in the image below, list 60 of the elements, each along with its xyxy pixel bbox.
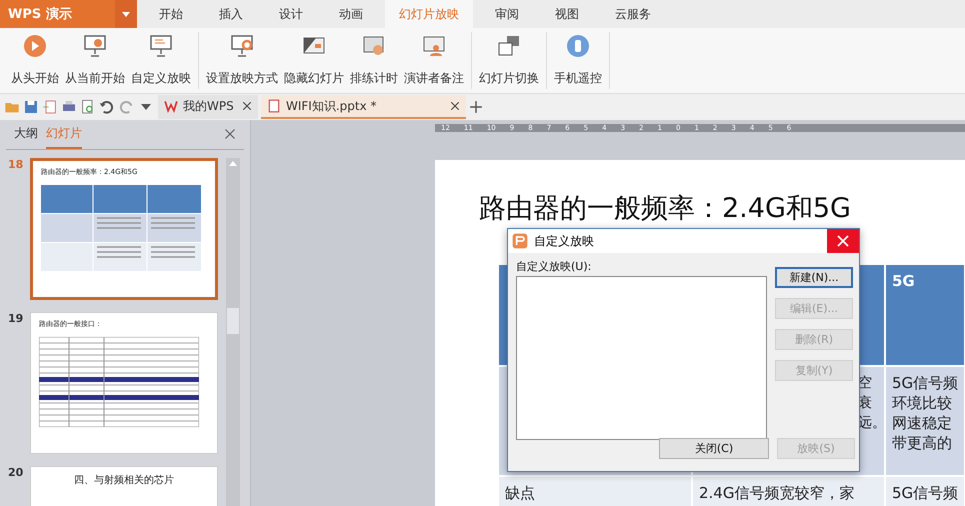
screen-play-icon [83,34,107,58]
ribbon-button[interactable]: 手机遥控 [551,32,605,89]
table-cell: 5G信号频 环境比较 网速稳定 带更高的 [885,366,965,476]
add-tab-icon [469,100,483,114]
redo-icon [118,99,134,115]
timer-icon [362,34,386,58]
scrollbar[interactable] [226,158,240,506]
scroll-thumb[interactable] [227,308,239,334]
ribbon-tab[interactable]: 插入 [205,0,257,28]
table-header-cell: 5G [885,264,965,366]
close-icon [242,101,252,111]
remote-icon [566,34,590,58]
list-label: 自定义放映(U): [516,259,592,274]
table-cell: 缺点 [498,476,692,506]
custom-show-list[interactable] [516,276,767,440]
table-cell: 5G信号频 [885,476,965,506]
thumbnail-title: 四、与射频相关的芯片 [73,474,175,487]
slide-number: 20 [8,466,22,481]
ribbon-button[interactable]: 演讲者备注 [401,32,467,89]
ribbon-button[interactable]: 隐藏幻灯片 [281,32,347,89]
ribbon-button[interactable]: 幻灯片切换 [476,32,542,89]
caret-icon[interactable] [122,12,130,16]
table-cell: 2.4G信号频宽较窄，家 [692,476,885,506]
save-icon [23,99,39,115]
dialog-button[interactable]: 新建(N)... [775,267,853,288]
slide-number: 18 [8,158,22,173]
ribbon-button[interactable]: 从当前开始 [62,32,128,89]
presenter-icon [422,34,446,58]
slide-switch-icon [497,34,521,58]
ribbon-button[interactable]: 自定义放映 [128,32,194,89]
screen-icon [149,34,173,58]
panel-tab[interactable]: 大纲 [14,120,38,149]
ribbon-button[interactable]: 设置放映方式 [203,32,281,89]
ribbon-tab[interactable]: 云服务 [601,0,665,28]
close-icon [837,235,849,247]
document-tab[interactable]: 我的WPS [158,95,258,119]
ribbon-tab[interactable]: 动画 [325,0,377,28]
ribbon-tab[interactable]: 审阅 [481,0,533,28]
ribbon-tab[interactable]: 设计 [265,0,317,28]
undo-icon [99,99,115,115]
dialog-button[interactable]: 关闭(C) [659,438,769,459]
document-icon [267,99,281,113]
screen-gear-icon [230,34,254,58]
document-tab[interactable]: WIFI知识.pptx * [261,95,466,119]
dropdown-icon[interactable] [141,104,151,110]
app-logo-icon [512,233,528,249]
slide-title: 路由器的一般频率：2.4G和5G [479,194,851,224]
dialog-title: 自定义放映 [534,232,594,250]
close-button[interactable] [827,229,859,253]
slide-number: 19 [8,312,22,327]
w-logo-icon [164,99,178,113]
close-icon [224,128,236,140]
ribbon-button[interactable]: 从头开始 [8,32,62,89]
ribbon-button[interactable]: 排练计时 [347,32,401,89]
ribbon-tab[interactable]: 视图 [541,0,593,28]
play-icon [23,34,47,58]
ribbon-tab[interactable]: 开始 [145,0,197,28]
export-icon [42,99,58,115]
slide-thumbnail[interactable]: 四、与射频相关的芯片 [30,466,218,506]
close-icon [450,101,460,111]
